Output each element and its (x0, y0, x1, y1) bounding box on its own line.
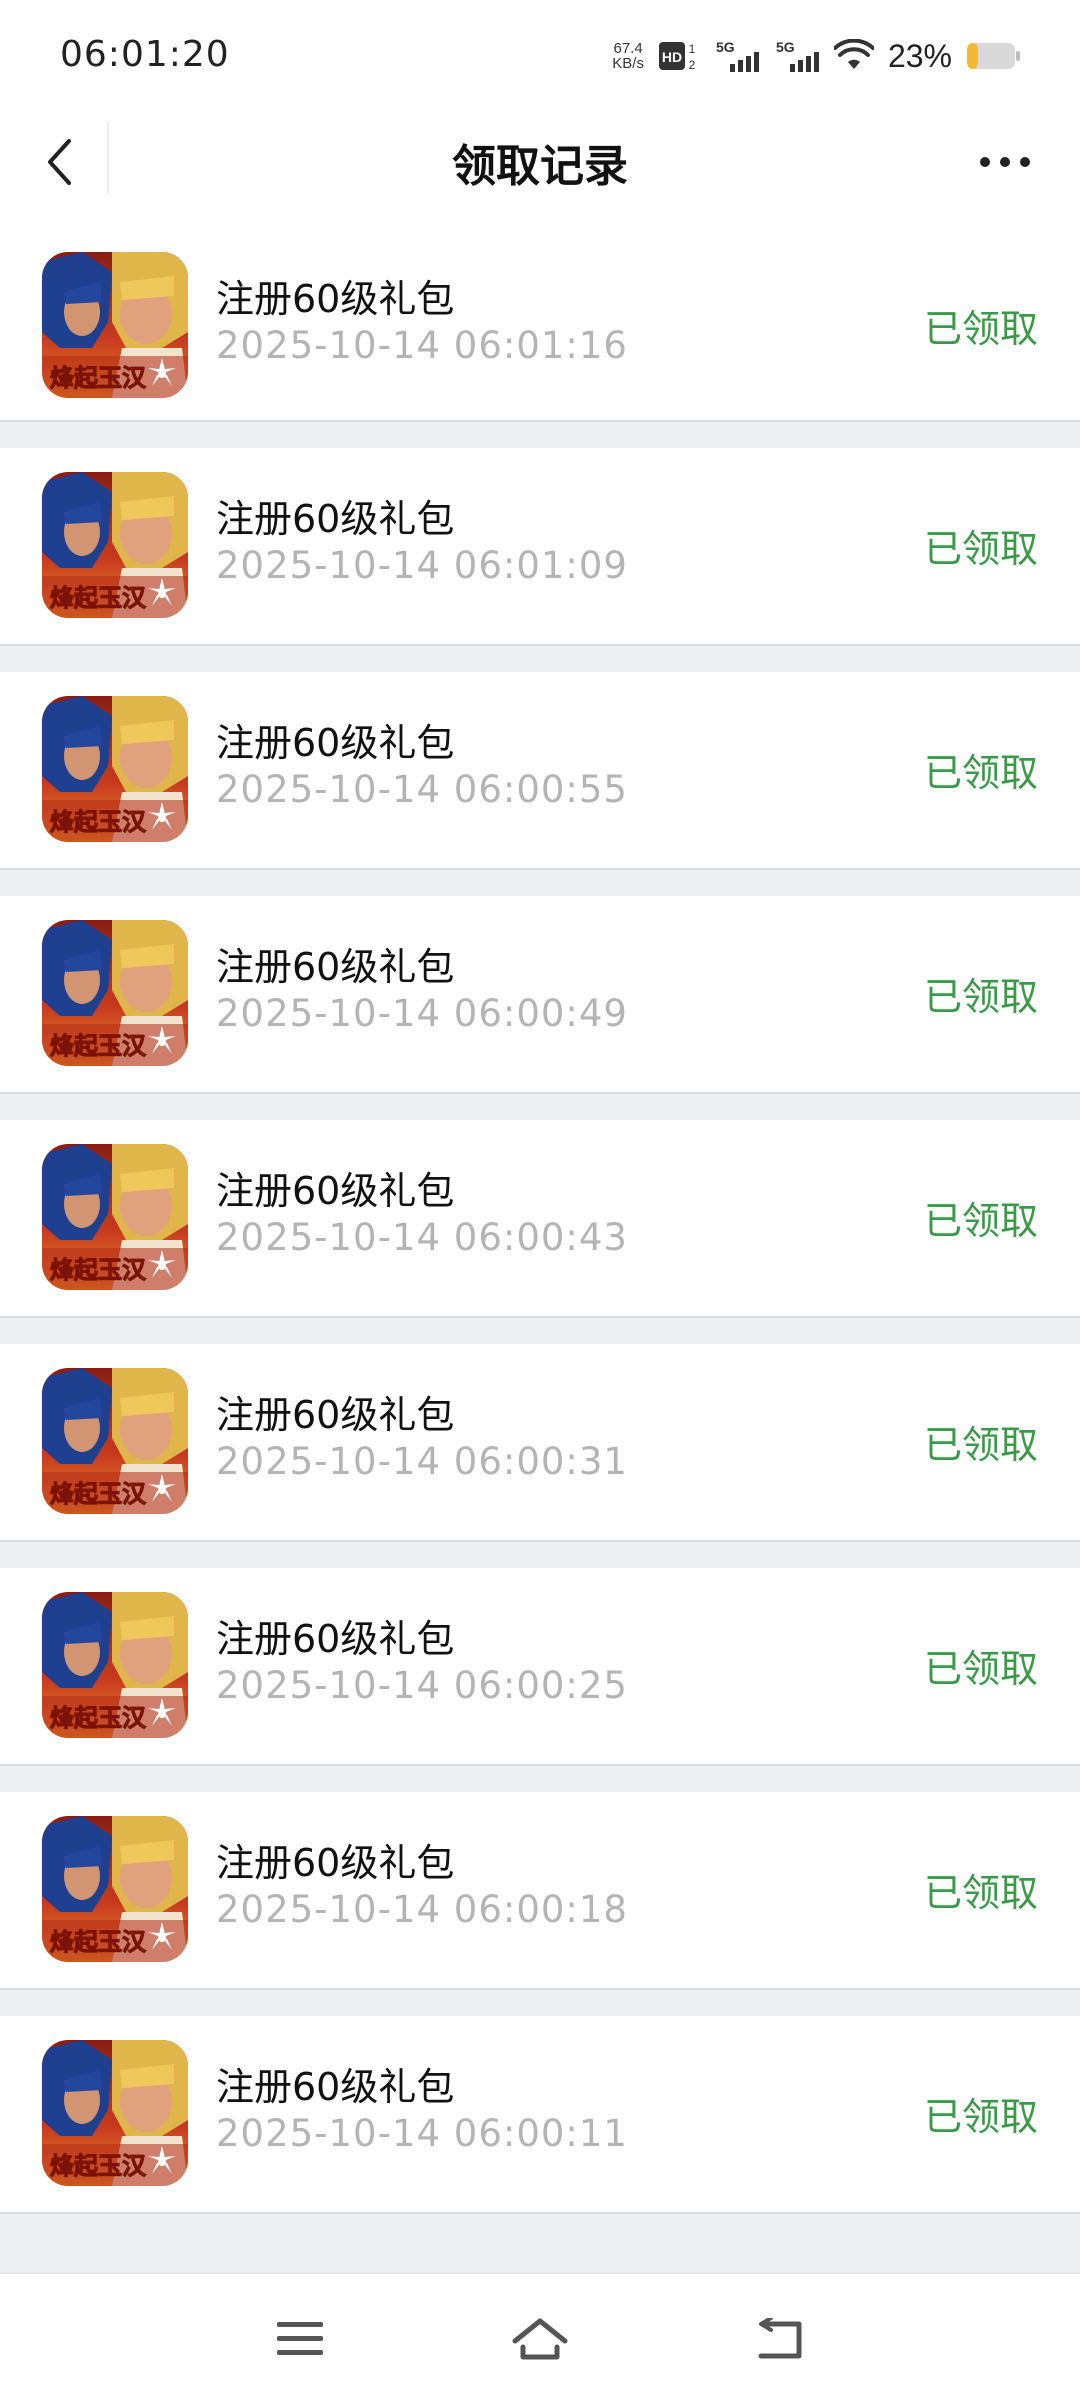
record-time: 2025-10-14 06:00:43 (216, 1216, 628, 1259)
game-app-icon: 烽起玉汉 (42, 696, 188, 842)
game-icon: 烽起玉汉 (42, 920, 188, 1066)
record-time: 2025-10-14 06:00:55 (216, 768, 628, 811)
record-item[interactable]: 烽起玉汉 注册60级礼包 2025-10-14 06:00:31 已领取 (0, 1344, 1080, 1542)
record-status-label: 已领取 (923, 1199, 1038, 1243)
record-time: 2025-10-14 06:01:16 (216, 324, 628, 367)
hd-icon: HD 1 2 (658, 42, 696, 72)
nav-back-button[interactable] (740, 2304, 820, 2374)
game-logo-text: 烽起玉汉 (50, 364, 147, 392)
record-time: 2025-10-14 06:01:09 (216, 544, 628, 587)
status-icons: 67.4 KB/s HD 1 2 5G 5G 23% (612, 36, 1022, 76)
svg-text:1: 1 (689, 42, 696, 56)
record-title: 注册60级礼包 (216, 2065, 455, 2109)
record-time: 2025-10-14 06:00:31 (216, 1440, 628, 1483)
record-status-label: 已领取 (923, 1647, 1038, 1691)
game-logo-text: 烽起玉汉 (50, 1480, 147, 1508)
game-app-icon: 烽起玉汉 (42, 1592, 188, 1738)
game-icon: 烽起玉汉 (42, 1816, 188, 1962)
record-time: 2025-10-14 06:00:49 (216, 992, 628, 1035)
page-title: 领取记录 (452, 141, 628, 192)
game-app-icon: 烽起玉汉 (42, 1144, 188, 1290)
record-status-label: 已领取 (923, 527, 1038, 571)
game-app-icon: 烽起玉汉 (42, 2040, 188, 2186)
records-list: 烽起玉汉 注册60级礼包 2025-10-14 06:01:16 已领取 烽起玉… (0, 228, 1080, 2240)
record-time: 2025-10-14 06:00:11 (216, 2112, 628, 2155)
battery-percent: 23% (887, 37, 952, 74)
sim1-label: 5G (716, 39, 735, 55)
record-title: 注册60级礼包 (216, 1617, 455, 1661)
more-dots-icon (980, 157, 1030, 167)
game-icon: 烽起玉汉 (42, 1368, 188, 1514)
record-status-label: 已领取 (923, 1871, 1038, 1915)
game-icon: 烽起玉汉 (42, 2040, 188, 2186)
record-title: 注册60级礼包 (216, 1841, 455, 1885)
record-title: 注册60级礼包 (216, 497, 455, 541)
game-logo-text: 烽起玉汉 (50, 584, 147, 612)
game-icon: 烽起玉汉 (42, 1144, 188, 1290)
record-status-label: 已领取 (923, 975, 1038, 1019)
home-icon (512, 2318, 568, 2360)
record-status-label: 已领取 (923, 751, 1038, 795)
record-title: 注册60级礼包 (216, 721, 455, 765)
game-app-icon: 烽起玉汉 (42, 920, 188, 1066)
net-speed-unit: KB/s (612, 55, 644, 72)
game-logo-text: 烽起玉汉 (50, 2152, 147, 2180)
record-title: 注册60级礼包 (216, 1393, 455, 1437)
game-logo-text: 烽起玉汉 (50, 1704, 147, 1732)
status-bar: 06:01:20 67.4 KB/s HD 1 2 5G 5G 23% (0, 0, 1080, 100)
game-app-icon: 烽起玉汉 (42, 1816, 188, 1962)
record-time: 2025-10-14 06:00:25 (216, 1664, 628, 1707)
record-item[interactable]: 烽起玉汉 注册60级礼包 2025-10-14 06:00:18 已领取 (0, 1792, 1080, 1990)
wifi-icon (833, 39, 874, 69)
system-nav-bar (0, 2272, 1080, 2400)
record-status-label: 已领取 (923, 1423, 1038, 1467)
game-app-icon: 烽起玉汉 (42, 1368, 188, 1514)
game-logo-text: 烽起玉汉 (50, 1928, 147, 1956)
game-app-icon: 烽起玉汉 (42, 252, 188, 398)
record-item[interactable]: 烽起玉汉 注册60级礼包 2025-10-14 06:00:11 已领取 (0, 2016, 1080, 2214)
record-title: 注册60级礼包 (216, 945, 455, 989)
status-time: 06:01:20 (60, 34, 230, 75)
record-title: 注册60级礼包 (216, 277, 455, 321)
game-logo-text: 烽起玉汉 (50, 1032, 147, 1060)
battery-icon (967, 43, 1020, 69)
back-icon (758, 2318, 802, 2359)
net-speed-value: 67.4 (613, 40, 643, 57)
nav-menu-button[interactable] (260, 2304, 340, 2374)
hd-label: HD (662, 49, 682, 65)
signal-5g-sim2-icon: 5G (776, 39, 819, 72)
game-logo-text: 烽起玉汉 (50, 1256, 147, 1284)
net-speed: 67.4 KB/s (612, 41, 644, 71)
record-time: 2025-10-14 06:00:18 (216, 1888, 628, 1931)
sim2-label: 5G (776, 39, 795, 55)
game-app-icon: 烽起玉汉 (42, 472, 188, 618)
record-item[interactable]: 烽起玉汉 注册60级礼包 2025-10-14 06:01:09 已领取 (0, 448, 1080, 646)
record-item[interactable]: 烽起玉汉 注册60级礼包 2025-10-14 06:00:25 已领取 (0, 1568, 1080, 1766)
signal-5g-sim1-icon: 5G (716, 39, 759, 72)
record-status-label: 已领取 (923, 307, 1038, 351)
record-item[interactable]: 烽起玉汉 注册60级礼包 2025-10-14 06:00:55 已领取 (0, 672, 1080, 870)
record-title: 注册60级礼包 (216, 1169, 455, 1213)
game-icon: 烽起玉汉 (42, 696, 188, 842)
page-header: 领取记录 (0, 100, 1080, 228)
game-icon: 烽起玉汉 (42, 1592, 188, 1738)
record-item[interactable]: 烽起玉汉 注册60级礼包 2025-10-14 06:01:16 已领取 (0, 228, 1080, 422)
record-item[interactable]: 烽起玉汉 注册60级礼包 2025-10-14 06:00:43 已领取 (0, 1120, 1080, 1318)
more-options-button[interactable] (970, 132, 1040, 192)
game-icon: 烽起玉汉 (42, 252, 188, 398)
record-item[interactable]: 烽起玉汉 注册60级礼包 2025-10-14 06:00:49 已领取 (0, 896, 1080, 1094)
svg-text:2: 2 (689, 58, 696, 72)
game-icon: 烽起玉汉 (42, 472, 188, 618)
menu-icon (277, 2322, 323, 2355)
nav-home-button[interactable] (500, 2304, 580, 2374)
record-status-label: 已领取 (923, 2095, 1038, 2139)
game-logo-text: 烽起玉汉 (50, 808, 147, 836)
